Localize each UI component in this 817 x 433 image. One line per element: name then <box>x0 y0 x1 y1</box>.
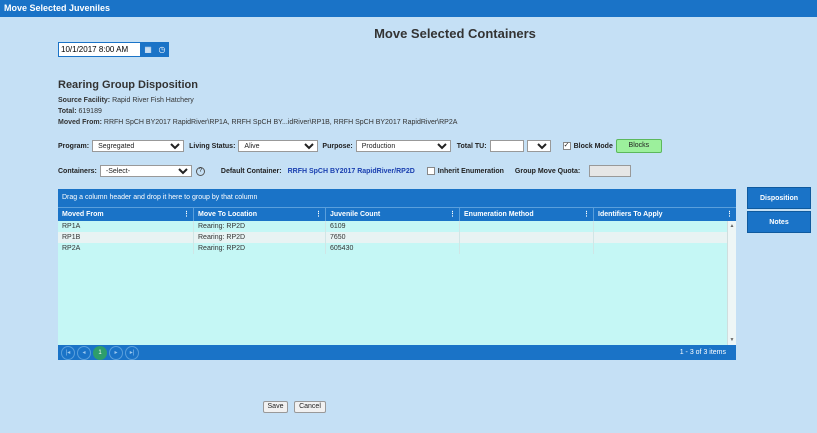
clock-icon[interactable]: ◷ <box>155 42 169 57</box>
living-status-select[interactable]: Alive <box>238 140 319 152</box>
group-move-quota-input[interactable] <box>589 165 632 177</box>
save-button[interactable]: Save <box>263 401 288 413</box>
total-label: Total: <box>58 108 77 115</box>
prev-page-icon[interactable]: ◂ <box>77 345 91 360</box>
column-menu-icon: ⋮ <box>315 211 322 218</box>
grid-scrollbar[interactable]: ▲ ▼ <box>727 221 736 345</box>
program-select[interactable]: Segregated <box>92 140 185 152</box>
inherit-enumeration-label: Inherit Enumeration <box>437 167 504 175</box>
column-menu-icon: ⋮ <box>583 211 590 218</box>
source-facility-label: Source Facility: <box>58 97 111 104</box>
purpose-select[interactable]: Production <box>355 140 451 152</box>
tu-unit-select[interactable]: C <box>526 140 551 152</box>
column-header-identifiers[interactable]: Identifiers To Apply ⋮ <box>594 208 736 221</box>
block-mode-label: Block Mode <box>573 142 613 150</box>
containers-label: Containers: <box>58 167 97 175</box>
first-page-icon[interactable]: |◂ <box>61 345 75 360</box>
scroll-down-icon[interactable]: ▼ <box>728 337 736 343</box>
purpose-label: Purpose: <box>322 142 353 150</box>
column-menu-icon: ⋮ <box>449 211 456 218</box>
source-facility: Source Facility: Rapid River Fish Hatche… <box>58 97 194 104</box>
scroll-up-icon[interactable]: ▲ <box>728 223 736 229</box>
total: Total: 619189 <box>58 108 102 115</box>
disposition-tab[interactable]: Disposition <box>747 187 811 209</box>
containers-row: Containers: -Select- ? Default Container… <box>58 164 632 178</box>
help-icon[interactable]: ? <box>195 166 205 176</box>
grid-pager: |◂ ◂ 1 ▸ ▸| 1 - 3 of 3 items <box>58 345 736 360</box>
total-value: 619189 <box>78 108 102 115</box>
next-page-icon[interactable]: ▸ <box>109 345 123 360</box>
moved-from-label: Moved From: <box>58 119 102 126</box>
column-header-juvenile-count[interactable]: Juvenile Count ⋮ <box>326 208 460 221</box>
containers-select[interactable]: -Select- <box>99 165 192 177</box>
source-facility-value: Rapid River Fish Hatchery <box>112 97 194 104</box>
window-title: Move Selected Juveniles <box>0 0 817 17</box>
program-label: Program: <box>58 142 90 150</box>
last-page-icon[interactable]: ▸| <box>125 345 139 360</box>
datetime-picker: ▦ ◷ <box>58 42 169 57</box>
inherit-enumeration-checkbox[interactable] <box>426 167 435 175</box>
column-header-enumeration-method[interactable]: Enumeration Method ⋮ <box>460 208 594 221</box>
cancel-button[interactable]: Cancel <box>294 401 326 413</box>
pager-info: 1 - 3 of 3 items <box>679 349 726 356</box>
table-row[interactable]: RP2A Rearing: RP2D 605430 <box>58 243 736 254</box>
group-move-quota-label: Group Move Quota: <box>514 167 581 175</box>
default-container-label: Default Container: <box>220 167 282 175</box>
page-title: Move Selected Containers <box>374 26 536 41</box>
calendar-icon[interactable]: ▦ <box>141 42 155 57</box>
default-container-value: RRFH SpCH BY2017 RapidRiver/RP2D <box>287 167 415 175</box>
grid-header: Moved From ⋮ Move To Location ⋮ Juvenile C… <box>58 207 736 221</box>
grid-body: RP1A Rearing: RP2D 6109 RP1B Rearing: RP… <box>58 221 736 345</box>
filter-row: Program: Segregated Living Status: Alive… <box>58 139 662 153</box>
total-tu-label: Total TU: <box>456 142 487 150</box>
moved-from: Moved From: RRFH SpCH BY2017 RapidRiver\… <box>58 119 457 126</box>
containers-grid: Drag a column header and drop it here to… <box>58 189 736 360</box>
group-drop-area[interactable]: Drag a column header and drop it here to… <box>58 189 736 207</box>
blocks-button[interactable]: Blocks <box>615 139 662 153</box>
column-header-moved-from[interactable]: Moved From ⋮ <box>58 208 194 221</box>
page-number-button[interactable]: 1 <box>93 345 107 360</box>
datetime-input[interactable] <box>58 42 141 57</box>
column-menu-icon: ⋮ <box>726 211 733 218</box>
notes-tab[interactable]: Notes <box>747 211 811 233</box>
column-menu-icon: ⋮ <box>183 211 190 218</box>
living-status-label: Living Status: <box>189 142 236 150</box>
table-row[interactable]: RP1B Rearing: RP2D 7650 <box>58 232 736 243</box>
moved-from-value: RRFH SpCH BY2017 RapidRiver\RP1A, RRFH S… <box>103 119 458 126</box>
section-title: Rearing Group Disposition <box>58 79 198 91</box>
block-mode-checkbox[interactable]: ✓ <box>562 142 571 150</box>
column-header-move-to-location[interactable]: Move To Location ⋮ <box>194 208 326 221</box>
table-row[interactable]: RP1A Rearing: RP2D 6109 <box>58 221 736 232</box>
total-tu-input[interactable] <box>489 140 524 152</box>
